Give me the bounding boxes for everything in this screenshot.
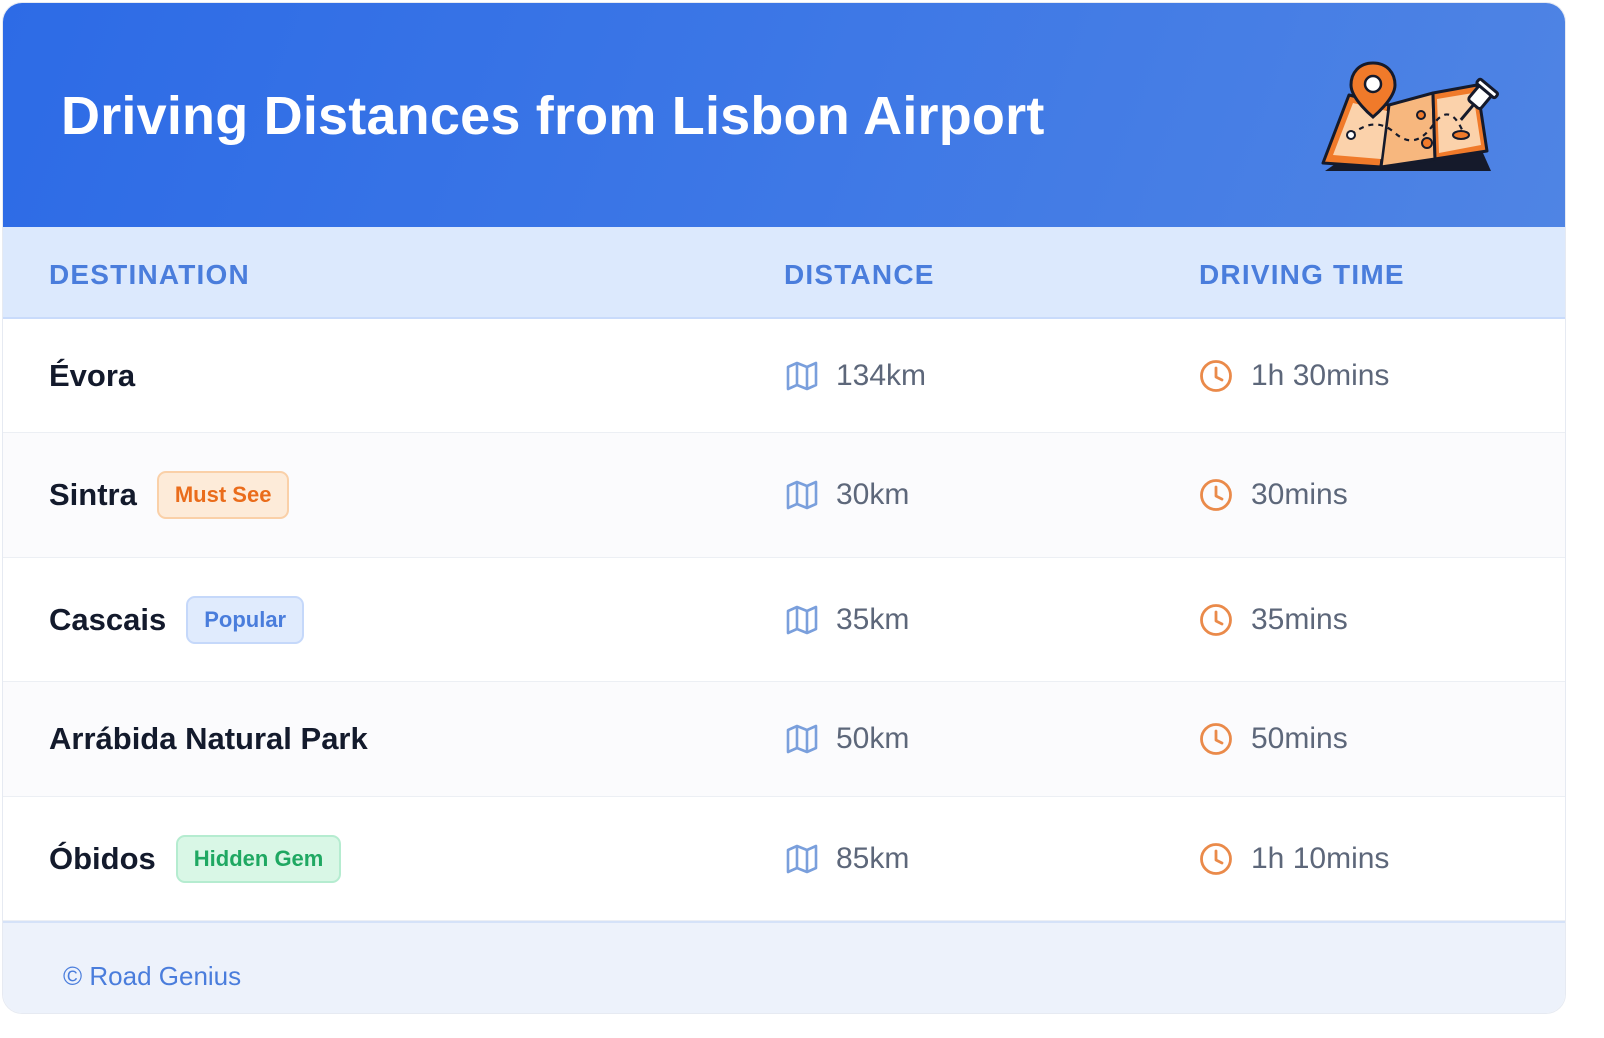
map-with-pins-icon <box>1321 61 1500 171</box>
distance-value: 30km <box>836 478 910 511</box>
destination-cell: Arrábida Natural Park <box>49 682 368 796</box>
clock-icon <box>1199 359 1233 393</box>
driving-time-cell: 1h 10mins <box>1199 797 1389 920</box>
column-header-distance: DISTANCE <box>784 259 935 290</box>
distance-cell: 85km <box>786 797 909 920</box>
clock-icon <box>1199 478 1233 512</box>
distance-cell: 35km <box>786 558 909 681</box>
card-header: Driving Distances from Lisbon Airport <box>3 3 1565 227</box>
badge-hidden-gem: Hidden Gem <box>175 834 342 883</box>
distance-value: 35km <box>836 602 910 636</box>
map-icon <box>786 361 818 391</box>
destination-name: Évora <box>49 357 136 393</box>
distance-cell: 134km <box>786 319 926 432</box>
driving-time-cell: 50mins <box>1199 682 1348 796</box>
destination-cell: Sintra Must See <box>49 433 290 557</box>
table-row: Évora 134km 1h 30mins <box>3 319 1565 433</box>
map-icon <box>786 605 818 635</box>
driving-time-value: 50mins <box>1251 722 1348 755</box>
driving-time-value: 1h 30mins <box>1251 358 1390 392</box>
card-footer: © Road Genius <box>3 921 1565 1013</box>
map-icon <box>786 480 818 510</box>
distance-cell: 50km <box>786 682 909 796</box>
destination-cell: Óbidos Hidden Gem <box>49 797 342 920</box>
destination-cell: Cascais Popular <box>49 558 305 681</box>
distance-cell: 30km <box>786 433 909 557</box>
table-row: Cascais Popular 35km 35mins <box>3 558 1565 682</box>
copyright-text: © Road Genius <box>63 961 242 991</box>
badge-must-see: Must See <box>156 471 290 519</box>
clock-icon <box>1199 842 1233 876</box>
destination-name: Cascais <box>49 601 167 637</box>
destination-cell: Évora <box>49 319 135 432</box>
distances-card: Driving Distances from Lisbon Airport DE… <box>2 2 1566 1014</box>
destination-name: Sintra <box>49 477 137 512</box>
table-row: Arrábida Natural Park 50km 50mins <box>3 682 1565 797</box>
table-body: Évora 134km 1h 30mins Sintra Must See 30km 30m… <box>3 319 1565 921</box>
destination-name: Óbidos <box>49 840 156 876</box>
badge-popular: Popular <box>186 595 305 644</box>
clock-icon <box>1199 603 1233 637</box>
driving-time-value: 30mins <box>1251 478 1348 511</box>
table-row: Óbidos Hidden Gem 85km 1h 10mins <box>3 797 1565 921</box>
driving-time-cell: 30mins <box>1199 433 1348 557</box>
column-header-driving-time: DRIVING TIME <box>1199 259 1405 290</box>
column-header-destination: DESTINATION <box>49 259 250 290</box>
distance-value: 134km <box>836 358 927 392</box>
distance-value: 85km <box>836 841 910 875</box>
map-icon <box>786 724 818 754</box>
distance-value: 50km <box>836 722 910 755</box>
driving-time-cell: 35mins <box>1199 558 1348 681</box>
map-icon <box>786 844 818 874</box>
driving-time-value: 1h 10mins <box>1251 841 1390 875</box>
clock-icon <box>1199 722 1233 756</box>
table-row: Sintra Must See 30km 30mins <box>3 433 1565 558</box>
driving-time-cell: 1h 30mins <box>1199 319 1389 432</box>
page-title: Driving Distances from Lisbon Airport <box>61 86 1045 146</box>
destination-name: Arrábida Natural Park <box>49 721 368 756</box>
driving-time-value: 35mins <box>1251 602 1348 636</box>
table-header: DESTINATION DISTANCE DRIVING TIME <box>3 227 1565 319</box>
